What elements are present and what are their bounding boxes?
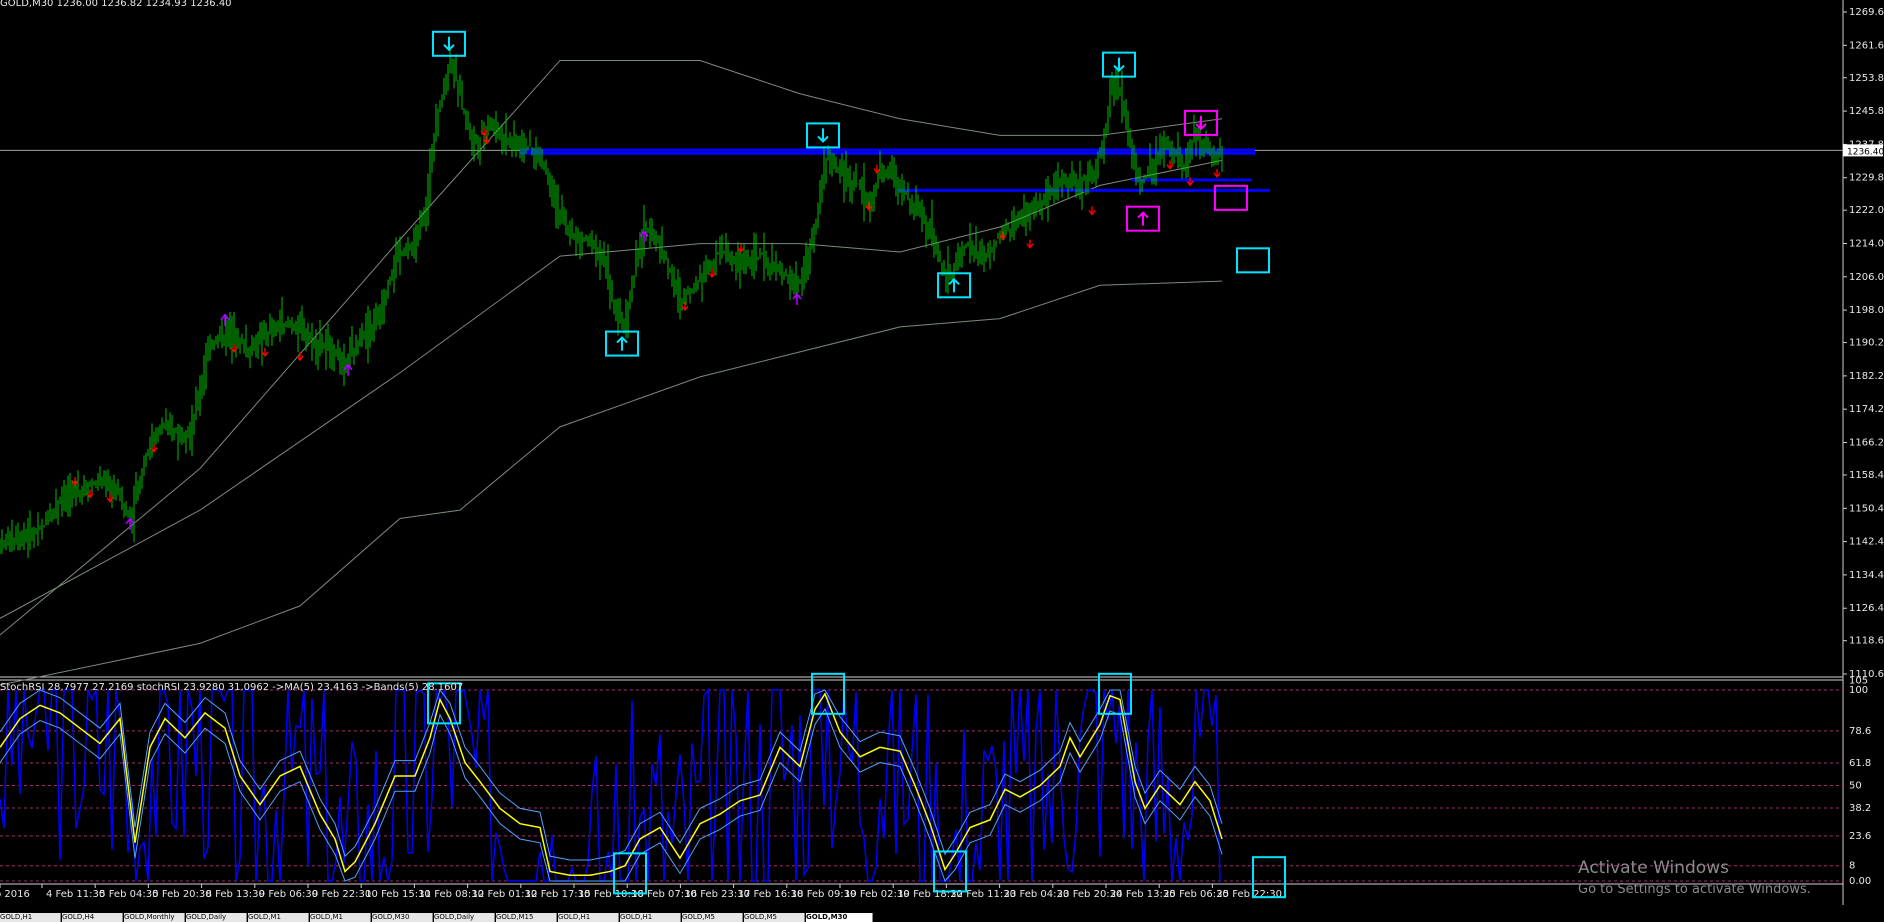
price-tick-label: 1174.24: [1849, 404, 1884, 415]
price-tick-label: 1142.44: [1849, 537, 1884, 548]
chart-tab[interactable]: GOLD,M30: [372, 913, 433, 922]
time-axis: 3 Feb 2016 4 Feb 11:305 Feb 04:305 Feb 20…: [0, 884, 1282, 900]
candles: [0, 48, 1223, 559]
signal-box-cyan: [1236, 247, 1270, 274]
sell-arrow: [1213, 168, 1221, 179]
chart-header: GOLD,M30 1236.00 1236.82 1234.93 1236.40: [0, 0, 232, 9]
chart-tab[interactable]: GOLD,Monthly: [124, 913, 185, 922]
stoch-tick-label: 38.2: [1849, 803, 1871, 814]
price-tick-label: 1190.24: [1849, 338, 1884, 349]
price-tick-label: 1245.84: [1849, 106, 1884, 117]
chart-tab[interactable]: GOLD,M1: [248, 913, 309, 922]
buy-arrow: [639, 230, 649, 243]
price-tick-label: 1182.24: [1849, 371, 1884, 382]
price-tick-label: 1253.84: [1849, 73, 1884, 84]
band-upper: [0, 59, 1223, 636]
price-tick-label: 1261.64: [1849, 40, 1884, 51]
price-tick-label: 1126.44: [1849, 603, 1884, 614]
current-price-label: 1236.40: [1847, 147, 1884, 157]
price-pane[interactable]: 1269.641261.641253.841245.841237.841229.…: [0, 0, 1884, 905]
sell-arrow: [71, 476, 79, 487]
sell-arrow: [1026, 239, 1034, 249]
activation-watermark-subtitle: Go to Settings to activate Windows.: [1578, 882, 1811, 897]
sell-arrow: [681, 302, 689, 312]
indicator-label: StochRSI 28.7977 27.2169 stochRSI 23.928…: [0, 682, 463, 693]
stoch-tick-label: 50: [1849, 781, 1862, 792]
sell-arrow: [261, 347, 269, 358]
price-tick-label: 1166.24: [1849, 438, 1884, 449]
price-tick-label: 1229.84: [1849, 173, 1884, 184]
time-tick-label: 5 Feb 20:30: [152, 889, 211, 900]
stoch-tick-label: 78.6: [1849, 726, 1871, 737]
chart-canvas[interactable]: 1269.641261.641253.841245.841237.841229.…: [0, 0, 1884, 922]
stoch-tick-label: 100: [1849, 685, 1868, 696]
price-tick-label: 1222.04: [1849, 205, 1884, 216]
sell-arrow: [1088, 206, 1096, 216]
stoch-tick-label: 61.8: [1849, 758, 1871, 769]
chart-tab[interactable]: GOLD,H4: [62, 913, 123, 922]
stoch-tick-label: 23.6: [1849, 831, 1871, 842]
time-tick-label: 5 Feb 04:30: [99, 889, 158, 900]
time-tick-label: 25 Feb 22:30: [1216, 889, 1282, 900]
price-tick-label: 1150.44: [1849, 503, 1884, 514]
chart-tab[interactable]: GOLD,M5: [682, 913, 743, 922]
signal-down-icon: [443, 36, 455, 52]
price-tick-label: 1214.04: [1849, 238, 1884, 249]
band-middle: [0, 159, 1223, 619]
sell-arrow: [865, 202, 873, 212]
chart-tab[interactable]: GOLD,Daily: [186, 913, 247, 922]
price-tick-label: 1118.64: [1849, 636, 1884, 647]
stoch-tick-label: 8: [1849, 861, 1855, 872]
chart-tab[interactable]: GOLD,Daily: [434, 913, 495, 922]
price-tick-label: 1206.04: [1849, 272, 1884, 283]
sell-arrow: [873, 164, 881, 174]
chart-tab[interactable]: GOLD,M15: [496, 913, 557, 922]
time-tick-label: 3 Feb 2016: [0, 889, 30, 900]
chart-tab[interactable]: GOLD,M1: [310, 913, 371, 922]
time-tick-label: 4 Feb 11:30: [46, 889, 105, 900]
chart-tab[interactable]: GOLD,H1: [0, 913, 61, 922]
price-tick-label: 1269.64: [1849, 7, 1884, 18]
signal-up-icon: [948, 277, 960, 293]
chart-tab[interactable]: GOLD,M30: [806, 913, 873, 922]
sell-arrow: [999, 231, 1007, 241]
time-tick-label: 9 Feb 22:30: [312, 889, 371, 900]
chart-tab[interactable]: GOLD,M5: [744, 913, 805, 922]
buy-arrow: [792, 292, 802, 305]
signal-up-icon: [1137, 211, 1149, 226]
price-tick-label: 1198.04: [1849, 305, 1884, 316]
buy-arrow: [343, 363, 353, 376]
activation-watermark-title: Activate Windows: [1578, 858, 1729, 878]
stoch-fast-line: [0, 687, 1221, 882]
time-tick-label: 8 Feb 13:30: [206, 889, 265, 900]
signal-down-icon: [817, 128, 829, 143]
sell-arrow: [737, 243, 745, 253]
band-lower: [0, 280, 1223, 686]
price-tick-label: 1158.44: [1849, 470, 1884, 481]
time-tick-label: 9 Feb 06:30: [259, 889, 318, 900]
signal-up-icon: [616, 336, 628, 351]
chart-tab[interactable]: GOLD,H1: [558, 913, 619, 922]
price-tick-label: 1134.44: [1849, 570, 1884, 581]
chart-tab[interactable]: GOLD,H1: [620, 913, 681, 922]
stoch-tick-label: 0.00: [1849, 876, 1871, 887]
